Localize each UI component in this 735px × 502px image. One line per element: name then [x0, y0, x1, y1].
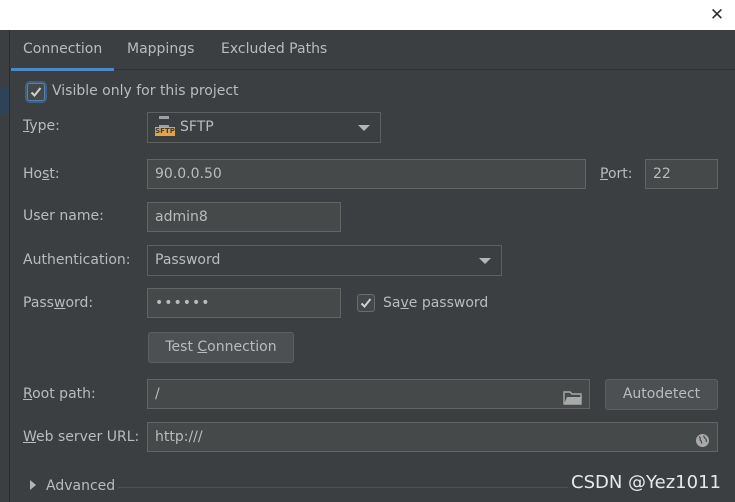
root-path-label: Root path:	[23, 386, 96, 402]
watermark: CSDN @Yez1011	[571, 472, 721, 493]
authentication-select[interactable]: Password	[147, 245, 502, 276]
authentication-label: Authentication:	[23, 252, 131, 268]
test-connection-button[interactable]: Test Connection	[148, 332, 294, 363]
checkmark-icon	[360, 298, 372, 308]
tab-mappings[interactable]: Mappings	[127, 30, 194, 70]
host-input[interactable]: 90.0.0.50	[147, 159, 586, 189]
chevron-right-icon	[30, 480, 36, 490]
password-label: Password:	[23, 295, 94, 311]
host-label: Host:	[23, 166, 60, 182]
username-label: User name:	[23, 208, 104, 224]
tab-connection[interactable]: Connection	[10, 30, 115, 71]
type-label: Type:	[23, 118, 60, 134]
type-value: SFTP	[180, 119, 214, 135]
authentication-value: Password	[155, 252, 221, 268]
password-input[interactable]: ••••••	[147, 288, 341, 318]
web-server-url-value: http:///	[155, 429, 203, 445]
title-bar: ✕	[0, 0, 735, 30]
port-label: Port:	[600, 166, 633, 182]
visible-only-checkbox[interactable]	[27, 83, 45, 101]
save-password-label[interactable]: Save password	[383, 295, 488, 311]
folder-icon[interactable]	[563, 387, 583, 415]
web-server-url-input[interactable]: http:///	[147, 422, 718, 452]
port-input[interactable]: 22	[645, 159, 718, 189]
visible-only-label[interactable]: Visible only for this project	[52, 83, 239, 99]
autodetect-button[interactable]: Autodetect	[605, 379, 718, 410]
chevron-down-icon	[479, 258, 491, 264]
web-server-url-label: Web server URL:	[23, 429, 140, 445]
chevron-down-icon	[358, 125, 370, 131]
root-path-value: /	[155, 386, 160, 402]
checkmark-icon	[30, 87, 42, 97]
tab-excluded-paths[interactable]: Excluded Paths	[221, 30, 327, 70]
sftp-icon: SFTP	[155, 115, 175, 136]
type-select[interactable]: SFTP SFTP	[147, 112, 381, 143]
globe-icon[interactable]	[695, 430, 710, 458]
left-panel-edge	[0, 30, 10, 502]
advanced-toggle[interactable]: Advanced	[30, 478, 115, 494]
selected-server-marker	[0, 88, 9, 114]
username-input[interactable]: admin8	[147, 202, 341, 232]
save-password-checkbox[interactable]	[357, 294, 375, 312]
divider	[118, 487, 568, 488]
tab-bar: Connection Mappings Excluded Paths	[10, 30, 735, 71]
root-path-input[interactable]: /	[147, 379, 590, 409]
close-icon[interactable]: ✕	[705, 4, 729, 26]
